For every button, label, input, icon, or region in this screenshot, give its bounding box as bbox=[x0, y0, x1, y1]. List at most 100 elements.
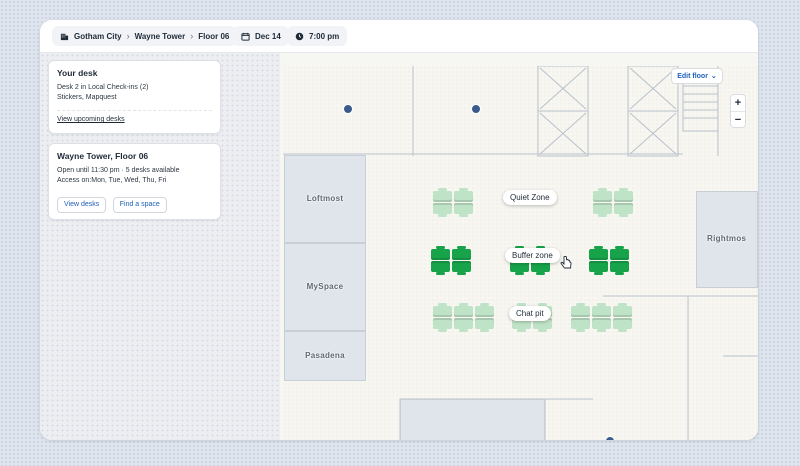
desk bbox=[571, 306, 590, 317]
clock-icon bbox=[295, 32, 304, 40]
room-loftmost[interactable]: Loftmost bbox=[284, 155, 366, 243]
desk bbox=[614, 191, 633, 202]
desk bbox=[593, 203, 612, 214]
location-breadcrumb[interactable]: Gotham City › Wayne Tower › Floor 06 bbox=[52, 26, 238, 46]
floor-access: Access on:Mon, Tue, Wed, Thu, Fri bbox=[57, 177, 167, 184]
desk bbox=[592, 318, 611, 329]
chevron-right-icon: › bbox=[126, 31, 130, 41]
desk[interactable] bbox=[610, 249, 629, 260]
desk-chair bbox=[459, 329, 468, 332]
desk[interactable] bbox=[452, 249, 471, 260]
building-icon bbox=[60, 33, 69, 40]
desk-chair bbox=[438, 214, 447, 217]
desk-chair bbox=[480, 303, 489, 306]
room-rightmost[interactable]: Rightmos bbox=[696, 191, 758, 288]
desk-chair bbox=[480, 329, 489, 332]
room-pasadena-label: Pasadena bbox=[305, 351, 345, 360]
desk-chair bbox=[536, 272, 545, 275]
desk[interactable] bbox=[610, 261, 629, 272]
zone-quiet-label[interactable]: Quiet Zone bbox=[503, 190, 557, 205]
desk bbox=[613, 318, 632, 329]
workspace: Your desk Desk 2 in Local Check-ins (2) … bbox=[40, 53, 758, 440]
app-window: Gotham City › Wayne Tower › Floor 06 Dec… bbox=[40, 20, 758, 440]
top-bar: Gotham City › Wayne Tower › Floor 06 Dec… bbox=[40, 20, 758, 53]
desk bbox=[433, 306, 452, 317]
desk-chair bbox=[438, 188, 447, 191]
desk bbox=[433, 191, 452, 202]
desk-chair bbox=[515, 272, 524, 275]
zoom-out-button[interactable]: − bbox=[731, 112, 745, 128]
room-bottom[interactable] bbox=[400, 399, 545, 440]
desk-chair bbox=[619, 214, 628, 217]
find-space-button[interactable]: Find a space bbox=[112, 197, 167, 213]
desk-chair bbox=[457, 246, 466, 249]
desk-chair bbox=[438, 329, 447, 332]
desk-chair bbox=[576, 329, 585, 332]
desk[interactable] bbox=[431, 261, 450, 272]
zoom-controls: + − bbox=[730, 94, 746, 128]
breadcrumb-city[interactable]: Gotham City bbox=[74, 32, 122, 41]
desk[interactable] bbox=[589, 249, 608, 260]
view-desks-button[interactable]: View desks bbox=[57, 197, 107, 213]
desk-chair bbox=[594, 272, 603, 275]
calendar-icon bbox=[241, 32, 250, 41]
user-location-pin-icon[interactable] bbox=[605, 436, 615, 440]
desk bbox=[454, 191, 473, 202]
floor-info-card: Wayne Tower, Floor 06 Open until 11:30 p… bbox=[48, 143, 221, 220]
floor-card-title: Wayne Tower, Floor 06 bbox=[57, 151, 149, 161]
desk bbox=[454, 203, 473, 214]
edit-floor-button[interactable]: Edit floor ⌄ bbox=[671, 68, 723, 84]
desk bbox=[475, 306, 494, 317]
edit-floor-label: Edit floor bbox=[677, 72, 708, 80]
room-rightmost-label: Rightmos bbox=[707, 234, 747, 243]
zoom-in-button[interactable]: + bbox=[731, 95, 745, 112]
user-location-pin-icon[interactable] bbox=[343, 104, 353, 114]
view-upcoming-desks-link[interactable]: View upcoming desks bbox=[57, 116, 212, 123]
date-label: Dec 14 bbox=[255, 31, 281, 41]
your-desk-title: Your desk bbox=[57, 68, 98, 78]
room-myspace[interactable]: MySpace bbox=[284, 243, 366, 331]
desk-chair bbox=[598, 188, 607, 191]
desk-chair bbox=[436, 272, 445, 275]
room-pasadena[interactable]: Pasadena bbox=[284, 331, 366, 381]
time-selector[interactable]: 7:00 pm bbox=[287, 26, 348, 46]
zone-buffer-label[interactable]: Buffer zone bbox=[505, 248, 560, 263]
date-selector[interactable]: Dec 14 bbox=[233, 26, 289, 46]
chevron-down-icon: ⌄ bbox=[710, 73, 717, 80]
desk-chair bbox=[594, 246, 603, 249]
desk-chair bbox=[597, 329, 606, 332]
desk-chair bbox=[576, 303, 585, 306]
desk bbox=[592, 306, 611, 317]
desk[interactable] bbox=[431, 249, 450, 260]
desk[interactable] bbox=[452, 261, 471, 272]
desk-chair bbox=[615, 272, 624, 275]
desk-chair bbox=[615, 246, 624, 249]
user-location-pin-icon[interactable] bbox=[471, 104, 481, 114]
hand-cursor-icon bbox=[560, 256, 572, 269]
your-desk-tags: Stickers, Mapquest bbox=[57, 94, 117, 101]
desks-available: 5 desks available bbox=[125, 167, 180, 174]
desk-chair bbox=[459, 214, 468, 217]
desk-chair bbox=[598, 214, 607, 217]
floor-plan[interactable]: Loftmost MySpace Pasadena Rightmos Quiet… bbox=[283, 66, 758, 440]
desk-chair bbox=[538, 329, 547, 332]
desk bbox=[613, 306, 632, 317]
desk-chair bbox=[459, 303, 468, 306]
desk bbox=[614, 203, 633, 214]
desk bbox=[433, 318, 452, 329]
zone-chat-label[interactable]: Chat pit bbox=[509, 306, 551, 321]
desk-chair bbox=[618, 303, 627, 306]
desk-chair bbox=[438, 303, 447, 306]
room-myspace-label: MySpace bbox=[306, 282, 344, 291]
breadcrumb-building[interactable]: Wayne Tower bbox=[135, 32, 186, 41]
your-desk-card: Your desk Desk 2 in Local Check-ins (2) … bbox=[48, 60, 221, 134]
desk[interactable] bbox=[589, 261, 608, 272]
room-loftmost-label: Loftmost bbox=[306, 194, 344, 203]
desk-chair bbox=[457, 272, 466, 275]
time-label: 7:00 pm bbox=[309, 31, 340, 41]
desk-chair bbox=[618, 329, 627, 332]
desk bbox=[433, 203, 452, 214]
desk-chair bbox=[459, 188, 468, 191]
breadcrumb-floor[interactable]: Floor 06 bbox=[198, 32, 229, 41]
desk-chair bbox=[436, 246, 445, 249]
